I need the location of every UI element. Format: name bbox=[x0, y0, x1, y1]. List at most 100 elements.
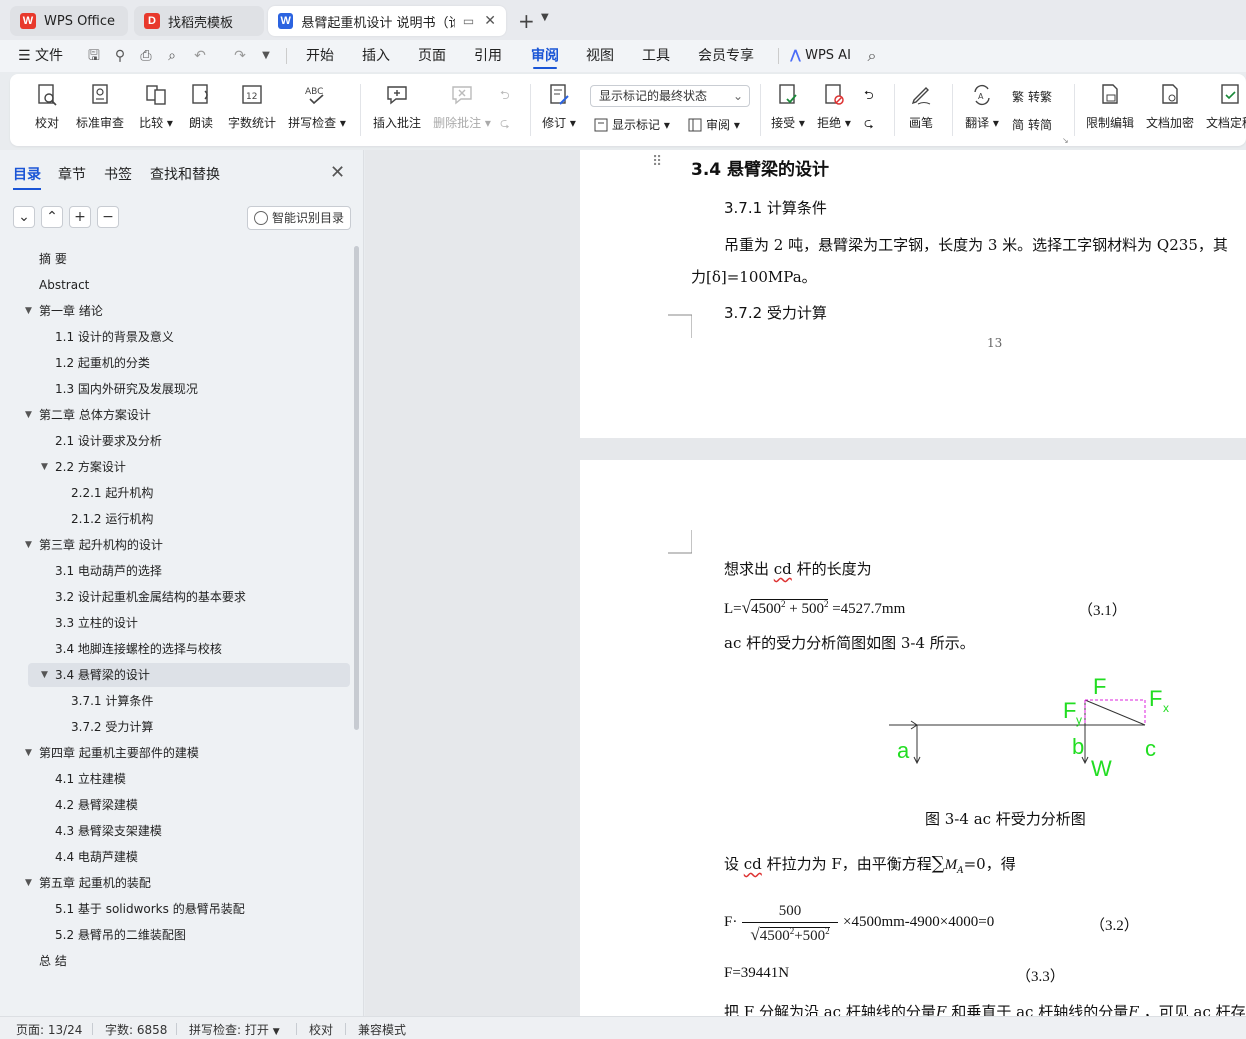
compare-button[interactable]: 比较 ▾ bbox=[136, 82, 176, 131]
word-count-indicator[interactable]: 字数: 6858 bbox=[105, 1021, 167, 1038]
reject-button[interactable]: 拒绝 ▾ bbox=[816, 82, 852, 131]
expand-triangle-icon[interactable]: ▼ bbox=[41, 663, 48, 687]
panel-tab-find-replace[interactable]: 查找和替换 bbox=[150, 164, 220, 184]
expand-triangle-icon[interactable]: ▼ bbox=[25, 403, 32, 427]
toc-item[interactable]: 总 结 bbox=[39, 949, 67, 973]
expand-triangle-icon[interactable]: ▼ bbox=[41, 455, 48, 479]
toc-item[interactable]: 3.4 地脚连接螺栓的选择与校核 bbox=[55, 637, 222, 661]
tab-list-chevron-icon[interactable]: ▼ bbox=[541, 12, 549, 23]
more-chevron-icon[interactable]: ▼ bbox=[258, 48, 274, 64]
review-pane-button[interactable]: 审阅 ▾ bbox=[688, 116, 740, 133]
toc-item[interactable]: 摘 要 bbox=[39, 247, 67, 271]
add-heading-button[interactable]: + bbox=[69, 206, 91, 228]
std-review-button[interactable]: 标准审查 bbox=[74, 82, 126, 131]
toc-item[interactable]: ▼ 第五章 起重机的装配 bbox=[25, 871, 151, 895]
toc-item[interactable]: 1.3 国内外研究及发展现况 bbox=[55, 377, 198, 401]
wps-ai-button[interactable]: ⋀ WPS AI bbox=[790, 40, 851, 72]
revise-button[interactable]: 修订 ▾ bbox=[540, 82, 578, 131]
expand-triangle-icon[interactable]: ▼ bbox=[25, 533, 32, 557]
undo-icon[interactable]: ↶ bbox=[192, 48, 208, 64]
print-preview-icon[interactable]: ⌕ bbox=[164, 48, 180, 64]
read-aloud-button[interactable]: 朗读 bbox=[186, 82, 216, 131]
toc-item[interactable]: 5.1 基于 solidworks 的悬臂吊装配 bbox=[55, 897, 245, 921]
prev-comment-icon[interactable]: ⮌ bbox=[500, 86, 510, 107]
print-icon[interactable]: ⎙ bbox=[138, 48, 154, 64]
expand-triangle-icon[interactable]: ▼ bbox=[25, 871, 32, 895]
share-icon[interactable]: ⚲ bbox=[112, 48, 128, 64]
panel-tab-sections[interactable]: 章节 bbox=[58, 164, 86, 184]
translate-button[interactable]: A 翻译 ▾ bbox=[964, 82, 1000, 131]
insert-comment-button[interactable]: 插入批注 bbox=[372, 82, 422, 131]
panel-scrollbar[interactable] bbox=[354, 246, 359, 730]
toc-item[interactable]: 3.1 电动葫芦的选择 bbox=[55, 559, 162, 583]
expand-up-button[interactable]: ⌃ bbox=[41, 206, 63, 228]
remove-heading-button[interactable]: − bbox=[97, 206, 119, 228]
menu-view[interactable]: 视图 bbox=[586, 40, 614, 72]
save-icon[interactable]: 🖫 bbox=[86, 48, 102, 64]
to-traditional-button[interactable]: 繁转繁 bbox=[1012, 88, 1052, 105]
menu-page[interactable]: 页面 bbox=[418, 40, 446, 72]
toc-item[interactable]: ▼ 3.4 悬臂梁的设计 bbox=[28, 663, 350, 687]
toc-item[interactable]: 2.1.2 运行机构 bbox=[71, 507, 153, 531]
menu-insert[interactable]: 插入 bbox=[362, 40, 390, 72]
next-comment-icon[interactable]: ⮎ bbox=[500, 114, 510, 135]
close-tab-icon[interactable]: ✕ bbox=[484, 13, 496, 29]
panel-tab-toc[interactable]: 目录 bbox=[13, 164, 41, 190]
toc-item[interactable]: ▼ 第二章 总体方案设计 bbox=[25, 403, 151, 427]
finalize-button[interactable]: 文档定稿 bbox=[1204, 82, 1246, 142]
restrict-edit-button[interactable]: 限制编辑 bbox=[1084, 82, 1136, 131]
menu-review[interactable]: 审阅 bbox=[531, 40, 559, 72]
toc-item[interactable]: Abstract bbox=[39, 273, 89, 297]
screen-icon[interactable]: ▭ bbox=[463, 14, 474, 28]
pen-button[interactable]: 画笔 bbox=[906, 82, 936, 131]
word-count-button[interactable]: 12 字数统计 bbox=[226, 82, 278, 131]
toc-item[interactable]: 3.7.1 计算条件 bbox=[71, 689, 153, 713]
expand-triangle-icon[interactable]: ▼ bbox=[25, 741, 32, 765]
toc-item[interactable]: 3.7.2 受力计算 bbox=[71, 715, 153, 739]
expand-triangle-icon[interactable]: ▼ bbox=[25, 299, 32, 323]
toc-item[interactable]: 1.2 起重机的分类 bbox=[55, 351, 150, 375]
toc-item[interactable]: 2.1 设计要求及分析 bbox=[55, 429, 162, 453]
toc-item[interactable]: ▼ 2.2 方案设计 bbox=[41, 455, 126, 479]
toc-item[interactable]: 3.3 立柱的设计 bbox=[55, 611, 138, 635]
menu-reference[interactable]: 引用 bbox=[474, 40, 502, 72]
collapse-all-button[interactable]: ⌄ bbox=[13, 206, 35, 228]
tab-document[interactable]: W 悬臂起重机设计 说明书（论文 ▭ ✕ bbox=[268, 6, 506, 36]
panel-tab-bookmarks[interactable]: 书签 bbox=[104, 164, 132, 184]
document-canvas[interactable]: ⠿ 3.4 悬臂梁的设计 3.7.1 计算条件 吊重为 2 吨，悬臂梁为工字钢，… bbox=[365, 150, 1246, 1016]
toc-item[interactable]: ▼ 第一章 绪论 bbox=[25, 299, 103, 323]
toc-item[interactable]: 1.1 设计的背景及意义 bbox=[55, 325, 174, 349]
close-panel-icon[interactable]: ✕ bbox=[330, 162, 345, 183]
toc-item[interactable]: 2.2.1 起升机构 bbox=[71, 481, 153, 505]
file-menu[interactable]: ☰ 文件 bbox=[18, 40, 63, 72]
smart-toc-button[interactable]: 智能识别目录 bbox=[247, 206, 351, 230]
toc-item[interactable]: 4.2 悬臂梁建模 bbox=[55, 793, 138, 817]
encrypt-button[interactable]: 文档加密 bbox=[1144, 82, 1196, 131]
toc-item[interactable]: ▼ 第四章 起重机主要部件的建模 bbox=[25, 741, 199, 765]
toc-item[interactable]: 5.2 悬臂吊的二维装配图 bbox=[55, 923, 186, 947]
prev-change-icon[interactable]: ⮌ bbox=[864, 86, 874, 107]
new-tab-icon[interactable]: + bbox=[518, 9, 535, 33]
delete-comment-button[interactable]: 删除批注 ▾ bbox=[432, 82, 492, 131]
redo-icon[interactable]: ↷ bbox=[232, 48, 248, 64]
drag-handle-icon[interactable]: ⠿ bbox=[652, 154, 662, 170]
toc-item[interactable]: ▼ 第三章 起升机构的设计 bbox=[25, 533, 163, 557]
tab-wps-office[interactable]: W WPS Office bbox=[10, 6, 128, 36]
toc-item[interactable]: 4.3 悬臂梁支架建模 bbox=[55, 819, 162, 843]
search-icon[interactable]: ⌕ bbox=[864, 48, 880, 64]
toc-item[interactable]: 4.4 电葫芦建模 bbox=[55, 845, 138, 869]
toc-item[interactable]: 4.1 立柱建模 bbox=[55, 767, 126, 791]
next-change-icon[interactable]: ⮎ bbox=[864, 114, 874, 135]
toc-item[interactable]: 3.2 设计起重机金属结构的基本要求 bbox=[55, 585, 246, 609]
menu-tools[interactable]: 工具 bbox=[642, 40, 670, 72]
proof-status[interactable]: 校对 bbox=[309, 1021, 333, 1038]
spell-check-status[interactable]: 拼写检查: 打开 ▼ bbox=[189, 1021, 280, 1038]
menu-member[interactable]: 会员专享 bbox=[698, 40, 754, 72]
show-markup-button[interactable]: 显示标记 ▾ bbox=[594, 116, 670, 133]
menu-start[interactable]: 开始 bbox=[306, 40, 334, 72]
markup-state-select[interactable]: 显示标记的最终状态 ⌄ bbox=[590, 85, 750, 107]
proofread-button[interactable]: 校对 bbox=[32, 82, 62, 131]
page-indicator[interactable]: 页面: 13/24 bbox=[16, 1021, 82, 1038]
expand-group-icon[interactable]: ↘ bbox=[1062, 136, 1069, 145]
spell-check-button[interactable]: ABC 拼写检查 ▾ bbox=[288, 82, 346, 131]
